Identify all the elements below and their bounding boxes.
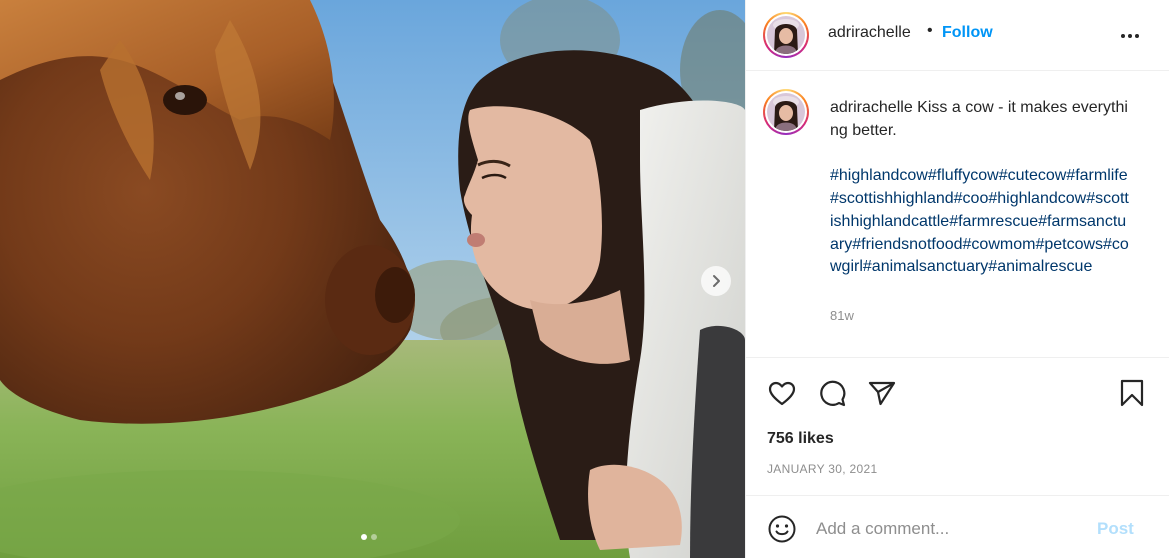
caption-text-block: adrirachelle Kiss a cow - it makes every… [830,97,1130,279]
paper-plane-icon [868,381,896,406]
bookmark-icon [1120,379,1144,407]
carousel-dot [371,534,377,540]
carousel-indicator [361,534,377,540]
carousel-dot-active [361,534,367,540]
likes-count[interactable]: 756 likes [767,430,834,448]
chevron-right-icon [713,275,720,287]
post-side-panel: adrirachelle • Follow adrirachelle Kiss … [745,0,1169,558]
heart-icon [768,381,796,406]
post-date[interactable]: JANUARY 30, 2021 [767,462,877,476]
profile-photo [767,93,805,131]
header-username-link[interactable]: adrirachelle [828,24,911,42]
caption: adrirachelle Kiss a cow - it makes every… [746,72,1169,357]
follow-button[interactable]: Follow [942,24,993,42]
emoji-icon [768,515,796,543]
share-button[interactable] [867,378,897,408]
avatar[interactable] [763,12,809,58]
more-horizontal-icon [1121,34,1139,38]
comment-button[interactable] [817,378,847,408]
caption-username-link[interactable]: adrirachelle [830,99,913,116]
profile-photo [767,16,805,54]
next-photo-button[interactable] [701,266,731,296]
add-comment-bar: Post [746,495,1169,558]
post-actions: 756 likes JANUARY 30, 2021 [746,357,1169,495]
separator-dot: • [927,22,933,39]
post-media[interactable] [0,0,745,558]
like-button[interactable] [767,378,797,408]
emoji-button[interactable] [767,514,797,544]
caption-timestamp[interactable]: 81w [830,308,854,323]
save-button[interactable] [1117,378,1147,408]
post-header: adrirachelle • Follow [746,0,1169,71]
more-options-button[interactable] [1118,24,1142,48]
post-comment-button[interactable]: Post [1097,519,1134,539]
comment-input[interactable] [816,516,1086,542]
caption-avatar[interactable] [763,89,809,135]
post-photo [0,0,745,558]
caption-hashtags[interactable]: #highlandcow#fluffycow#cutecow#farmlife#… [830,165,1130,279]
comment-icon [820,380,846,407]
